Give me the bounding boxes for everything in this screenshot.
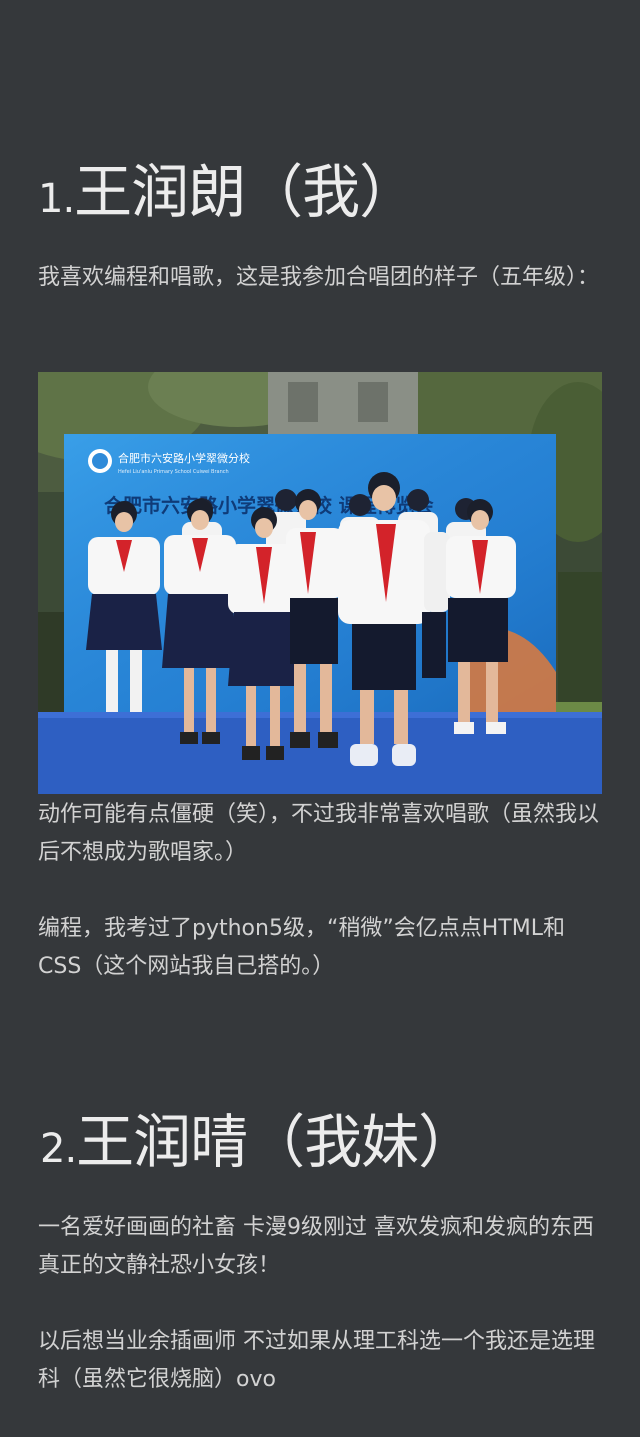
section-1-title-text: 王润朗（我） — [74, 158, 417, 226]
banner-school-name-en: Hefei Liu'anlu Primary School Cuiwei Bra… — [118, 469, 229, 475]
section-2-title-number: 2. — [40, 1126, 77, 1172]
section-2-title: 2.王润晴（我妹） — [40, 1102, 476, 1189]
section-1-title-number: 1. — [38, 176, 75, 222]
section-2-para-2: 以后想当业余插画师 不过如果从理工科选一个我还是选理科（虽然它很烧脑）ovo — [38, 1329, 595, 1392]
section-1-title: 1.王润朗（我） — [38, 152, 417, 239]
section-2-para-1: 一名爱好画画的社畜 卡漫9级刚过 喜欢发疯和发疯的东西 真正的文静社恐小女孩！ — [38, 1215, 594, 1278]
section-1-after-photo: 动作可能有点僵硬（笑），不过我非常喜欢唱歌（虽然我以后不想成为歌唱家。） — [38, 802, 600, 865]
section-1-coding: 编程，我考过了python5级，“稍微”会亿点点HTML和CSS（这个网站我自己… — [38, 916, 565, 979]
banner-school-name: 合肥市六安路小学翠微分校 — [118, 451, 250, 465]
section-1-intro: 我喜欢编程和唱歌，这是我参加合唱团的样子（五年级）： — [38, 265, 600, 290]
section-2-title-text: 王润晴（我妹） — [76, 1108, 476, 1176]
choir-photo: 合肥市六安路小学翠微分校 Hefei Liu'anlu Primary Scho… — [38, 372, 602, 794]
